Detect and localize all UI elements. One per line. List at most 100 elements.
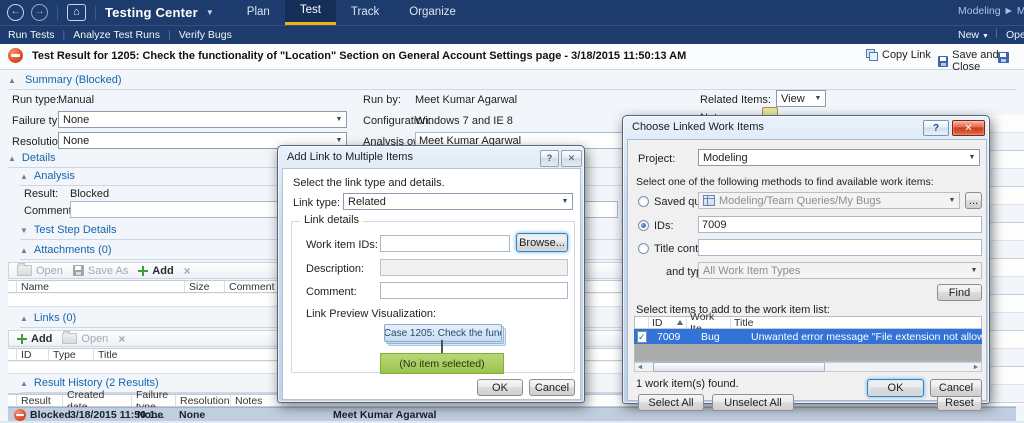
section-summary[interactable]: ▲ Summary (Blocked) — [8, 74, 1016, 90]
row-run-by: Meet Kumar Agarwal — [333, 409, 437, 421]
chevron-down-icon: ▼ — [561, 198, 569, 205]
preview-target-node[interactable]: (No item selected) — [380, 353, 504, 374]
browse-button[interactable]: Browse... — [516, 233, 568, 252]
top-navigation-bar: ← → ⌂ Testing Center ▼ Plan Test Track O… — [0, 0, 1024, 25]
title-contains-field[interactable] — [698, 239, 982, 256]
save-as-button: Save As — [72, 265, 128, 277]
comment-field[interactable] — [380, 282, 568, 299]
ok-button[interactable]: OK — [477, 379, 523, 396]
open-menu[interactable]: Ope — [1006, 29, 1024, 41]
row-result: Blocked — [30, 409, 71, 421]
folder-icon — [62, 331, 78, 344]
help-icon[interactable]: ? — [923, 120, 949, 136]
run-by-value: Meet Kumar Agarwal — [415, 94, 518, 106]
delete-link-button: × — [118, 331, 126, 346]
cancel-button[interactable]: Cancel — [529, 379, 575, 396]
copy-link-button[interactable]: Copy Link — [866, 49, 931, 61]
preview-source-node[interactable]: Test Case 1205: Check the functio... — [384, 324, 502, 342]
method-intro: Select one of the following methods to f… — [636, 176, 934, 188]
run-type-value: Manual — [58, 94, 95, 106]
page-title: Test Result for 1205: Check the function… — [32, 50, 687, 62]
cancel-button[interactable]: Cancel — [930, 379, 982, 397]
back-icon[interactable]: ← — [7, 4, 24, 21]
choose-linked-work-items-dialog: Choose Linked Work Items ? ✕ Project: Mo… — [622, 115, 990, 411]
project-select[interactable]: Modeling ▼ — [698, 149, 980, 166]
scroll-left-icon[interactable]: ◄ — [635, 364, 645, 371]
delete-attachment-button: × — [183, 263, 191, 278]
row-checkbox[interactable]: ✓ — [637, 330, 647, 343]
add-icon — [138, 265, 149, 276]
link-details-group: Link details Work item IDs: Browse... De… — [291, 214, 575, 374]
app-title: Testing Center — [105, 5, 198, 20]
horizontal-scrollbar[interactable]: ◄ ► — [634, 362, 982, 372]
test-result-header: Test Result for 1205: Check the function… — [0, 44, 1024, 73]
testing-center-window: ← → ⌂ Testing Center ▼ Plan Test Track O… — [0, 0, 1024, 423]
link-type-label: Link type: — [293, 197, 341, 209]
blocked-status-icon — [14, 409, 26, 421]
dialog-intro: Select the link type and details. — [293, 177, 445, 189]
save-and-close-button[interactable]: Save and Close — [938, 49, 1024, 73]
description-field — [380, 259, 568, 276]
tab-track[interactable]: Track — [336, 0, 394, 25]
divider — [95, 5, 96, 20]
breadcrumb[interactable]: Modeling ► Mode — [958, 5, 1024, 17]
background-form-rows — [990, 115, 1024, 405]
help-icon[interactable]: ? — [540, 150, 559, 167]
results-table-header[interactable]: ID Work Ite... Title — [634, 311, 982, 335]
chevron-down-icon: ▼ — [335, 137, 343, 144]
result-row-7009[interactable]: ✓ 7009 Bug Unwanted error message "File … — [634, 329, 982, 344]
chevron-down-icon[interactable]: ▼ — [206, 8, 214, 17]
select-all-button[interactable]: Select All — [638, 394, 704, 411]
more-queries-button[interactable]: ... — [965, 192, 982, 209]
add-attachment-button[interactable]: Add — [138, 265, 174, 277]
subnav-verify-bugs[interactable]: Verify Bugs — [179, 29, 232, 41]
add-icon — [17, 333, 27, 344]
save-icon[interactable] — [998, 52, 1009, 63]
work-item-ids-label: Work item IDs: — [302, 239, 382, 251]
sub-navigation-bar: Run Tests | Analyze Test Runs | Verify B… — [0, 25, 1024, 44]
open-link-button: Open — [62, 331, 108, 345]
add-link-button[interactable]: Add — [17, 333, 52, 345]
row-failure-type: None — [137, 409, 164, 421]
divider — [57, 5, 58, 20]
save-as-icon — [72, 265, 84, 276]
saved-query-radio[interactable] — [638, 196, 649, 207]
ids-radio[interactable] — [638, 220, 649, 231]
subnav-run-tests[interactable]: Run Tests — [8, 29, 55, 41]
work-item-ids-field[interactable] — [380, 235, 510, 252]
unselect-all-button[interactable]: Unselect All — [712, 394, 794, 411]
comment-label: Comment: — [302, 286, 361, 298]
run-by-label: Run by: — [363, 94, 401, 106]
blocked-status-icon — [8, 48, 23, 63]
tab-test[interactable]: Test — [284, 0, 336, 25]
ok-button[interactable]: OK — [867, 379, 924, 397]
row-resolution: None — [179, 409, 206, 421]
close-icon[interactable]: ✕ — [952, 120, 985, 136]
tab-plan[interactable]: Plan — [232, 0, 285, 25]
title-contains-radio[interactable] — [638, 243, 649, 254]
scroll-right-icon[interactable]: ► — [971, 364, 981, 371]
failure-type-select[interactable]: None ▼ — [58, 111, 347, 128]
home-icon[interactable]: ⌂ — [67, 4, 86, 21]
tab-organize[interactable]: Organize — [394, 0, 471, 25]
dialog-title: Choose Linked Work Items — [632, 121, 764, 133]
add-link-dialog: Add Link to Multiple Items ? ✕ Select th… — [277, 145, 585, 403]
result-history-selected-row[interactable]: Blocked 3/18/2015 11:50:1... None None M… — [8, 407, 1016, 422]
query-icon — [703, 195, 715, 206]
forward-icon[interactable]: → — [31, 4, 48, 21]
find-button[interactable]: Find — [937, 284, 982, 301]
dialog-title: Add Link to Multiple Items — [287, 151, 413, 163]
new-menu[interactable]: New ▼ — [958, 29, 989, 41]
subnav-analyze-test-runs[interactable]: Analyze Test Runs — [73, 29, 160, 41]
related-items-label: Related Items: — [700, 94, 771, 106]
ids-field[interactable] — [698, 216, 982, 233]
chevron-down-icon: ▼ — [335, 116, 343, 123]
chevron-down-icon: ▼ — [970, 267, 978, 274]
result-value: Blocked — [70, 188, 110, 200]
link-type-select[interactable]: Related ▼ — [343, 193, 573, 210]
found-count-text: 1 work item(s) found. — [636, 378, 739, 390]
work-item-type-select: All Work Item Types ▼ — [698, 262, 982, 279]
close-icon[interactable]: ✕ — [561, 150, 582, 167]
scrollbar-thumb[interactable] — [653, 362, 825, 372]
view-related-items-button[interactable]: View ▼ — [776, 90, 826, 107]
